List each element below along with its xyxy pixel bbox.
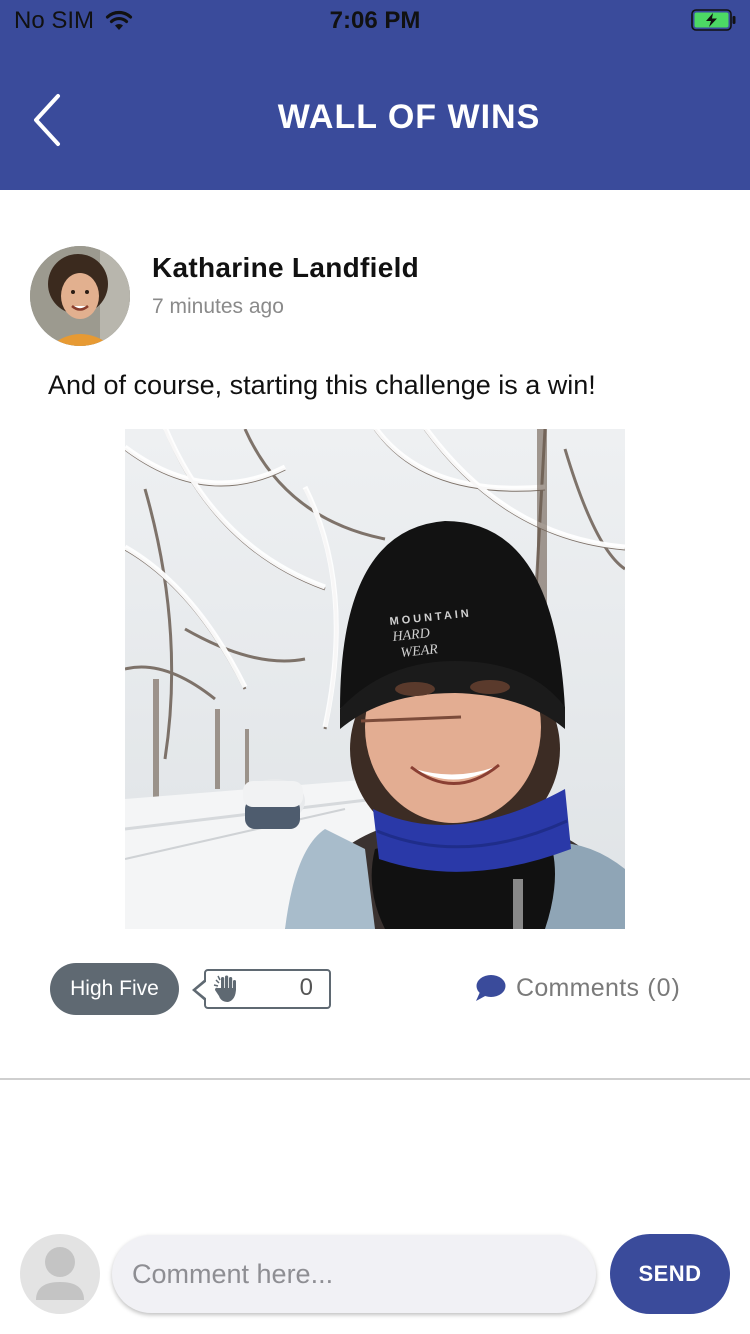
status-time: 7:06 PM [329, 7, 421, 34]
author-avatar[interactable] [30, 246, 130, 346]
high-five-count-box: 0 [192, 969, 331, 1009]
header-bar: No SIM 7:06 PM WALL OF WINS [0, 0, 750, 190]
author-avatar-image [30, 246, 130, 346]
author-name[interactable]: Katharine Landfield [152, 252, 419, 284]
post-divider [0, 1078, 750, 1080]
user-placeholder-icon [36, 1247, 84, 1300]
send-button[interactable]: SEND [610, 1234, 730, 1314]
high-five-hand-icon [213, 975, 236, 1002]
status-bar: No SIM 7:06 PM [0, 0, 750, 40]
post-photo[interactable]: MOUNTAIN HARD WEAR [125, 429, 625, 929]
high-five-button[interactable]: High Five [50, 963, 179, 1015]
post-text: And of course, starting this challenge i… [48, 370, 596, 400]
page-title: WALL OF WINS [277, 98, 541, 136]
high-five-count: 0 [299, 974, 313, 1001]
comments-count: (0) [647, 973, 681, 1002]
comment-input[interactable] [112, 1235, 596, 1313]
post-photo-image: MOUNTAIN HARD WEAR [125, 429, 625, 929]
speech-bubble-icon [476, 975, 506, 1001]
post-timestamp: 7 minutes ago [152, 295, 284, 318]
comments-link[interactable]: Comments (0) [474, 970, 681, 1006]
comments-label: Comments [516, 973, 640, 1002]
current-user-avatar [20, 1234, 100, 1314]
battery-charging-icon [691, 9, 736, 31]
